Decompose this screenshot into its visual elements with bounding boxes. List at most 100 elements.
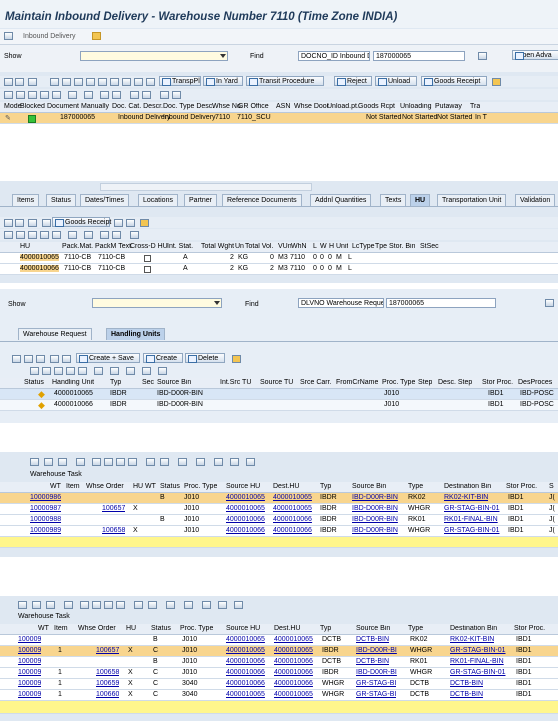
source-hu-link[interactable]: 4000010065 [226,691,265,698]
details-icon[interactable] [4,91,13,99]
table-row[interactable]: 4000010065 7110-CB 7110-CB A 2 KG 0 M3 7… [0,253,558,264]
table-row[interactable]: ◆ 4000010066 IBDR IBD-D00R-BIN J010 IBD1… [0,400,558,411]
table-row[interactable]: 10000987 100657 X J010 4000010065 400001… [0,504,558,515]
col-proc-type[interactable]: Proc. Type [180,625,213,632]
sort-desc-icon[interactable] [92,601,101,609]
source-bin-link[interactable]: DCTB-BIN [356,658,389,665]
find-icon[interactable] [116,458,125,466]
info-icon[interactable] [234,601,243,609]
export-icon[interactable] [184,601,193,609]
col-status[interactable]: Status [151,625,171,632]
maintain-icon[interactable] [46,601,55,609]
col-item[interactable]: Item [54,625,68,632]
dest-hu-link[interactable]: 4000010066 [274,680,313,687]
create-button[interactable]: Create [143,353,183,363]
sum-icon[interactable] [68,231,77,239]
subtotal-icon[interactable] [148,601,157,609]
goods-receipt-button[interactable]: Goods Receipt [421,76,487,86]
list-icon[interactable] [28,78,37,86]
more-icon[interactable] [232,355,241,363]
dest-hu-link[interactable]: 4000010066 [274,669,313,676]
col-total-wght[interactable]: Total Wght [201,243,234,250]
dest-hu-link[interactable]: 4000010065 [274,691,313,698]
col-tra[interactable]: Tra [470,103,480,110]
col-destination-bin[interactable]: Destination Bin [450,625,497,632]
find-icon[interactable] [104,601,113,609]
folder-icon[interactable] [92,32,101,40]
copy-icon[interactable] [62,78,71,86]
col-asn[interactable]: ASN [276,103,290,110]
show-dropdown[interactable] [80,51,228,61]
sort-asc-icon[interactable] [16,231,25,239]
find-icon[interactable] [40,231,49,239]
col-hu-wt[interactable]: HU WT [133,483,156,490]
col-step[interactable]: Step [418,379,432,386]
layout-icon[interactable] [202,601,211,609]
menu-icon[interactable] [4,32,13,40]
wt-link[interactable]: 10000986 [30,494,61,501]
sort-desc-icon[interactable] [28,91,37,99]
layout-icon[interactable] [100,91,109,99]
whse-order-link[interactable]: 100657 [102,505,125,512]
refresh-icon[interactable] [64,601,73,609]
wt-link[interactable]: 100009 [18,647,41,654]
col-unloading[interactable]: Unloading [400,103,432,110]
filter-icon[interactable] [52,231,61,239]
details-icon[interactable] [18,601,27,609]
graphic-icon[interactable] [230,458,239,466]
reject-button[interactable]: Reject [334,76,372,86]
select-icon[interactable] [158,367,167,375]
col-doc-type[interactable]: Doc. Type Desc. [163,103,214,110]
col-status[interactable]: Status [24,379,44,386]
dest-hu-link[interactable]: 4000010066 [273,516,312,523]
col-destination-bin[interactable]: Destination Bin [444,483,491,490]
list-icon[interactable] [28,219,37,227]
source-bin-link[interactable]: IBD-D00R-BIN [352,494,398,501]
export-icon[interactable] [84,91,93,99]
source-bin-link[interactable]: GR-STAG-BI [356,680,396,687]
clock-icon[interactable] [126,219,135,227]
col-tpe[interactable]: Tpe [375,243,387,250]
handling-unit-cell[interactable]: 4000010066 [54,401,93,408]
col-stor-bin[interactable]: Stor. Bin [389,243,415,250]
table-row[interactable]: 4000010066 7110-CB 7110-CB A 2 KG 2 M3 7… [0,264,558,275]
select-icon[interactable] [172,91,181,99]
tab-dates[interactable]: Dates/Times [80,194,130,206]
sort-asc-icon[interactable] [16,91,25,99]
sort-desc-icon[interactable] [28,231,37,239]
print-icon[interactable] [134,78,143,86]
print-icon[interactable] [166,601,175,609]
table-row[interactable]: 100009 1 100660 X C 3040 4000010065 4000… [0,690,558,701]
source-bin-link[interactable]: GR-STAG-BI [356,691,396,698]
tab-partner[interactable]: Partner [184,194,217,206]
col-handling-unit[interactable]: Handling Unit [52,379,94,386]
col-document[interactable]: Document [47,103,79,110]
sum-icon[interactable] [94,367,103,375]
col-typ[interactable]: Typ [320,483,331,490]
export-icon[interactable] [196,458,205,466]
open-advanced-button[interactable]: Open Adva [512,50,558,60]
table-row[interactable]: 10000986 B J010 4000010065 4000010065 IB… [0,493,558,504]
zoom-icon[interactable] [44,458,53,466]
table-row[interactable]: 100009 B J010 4000010065 4000010065 DCTB… [0,635,558,646]
col-hu[interactable]: HU [126,625,136,632]
graphic-icon[interactable] [218,601,227,609]
find-icon[interactable] [66,367,75,375]
source-hu-link[interactable]: 4000010065 [226,505,265,512]
expand-icon[interactable] [15,78,24,86]
tab-reference-documents[interactable]: Reference Documents [222,194,302,206]
filter-icon[interactable] [128,458,137,466]
subtotal-icon[interactable] [160,458,169,466]
col-stor-proc[interactable]: Stor Proc. [506,483,537,490]
wt-link[interactable]: 100009 [18,691,41,698]
tab-validation[interactable]: Validation [515,194,556,206]
hu-goods-receipt-button[interactable]: Goods Receipt [52,217,111,227]
destination-bin-link[interactable]: DCTB-BIN [450,680,483,687]
dest-hu-link[interactable]: 4000010065 [273,494,312,501]
more-icon[interactable] [140,219,149,227]
col-source-bin[interactable]: Source Bin [356,625,390,632]
info-icon[interactable] [130,91,139,99]
details-icon[interactable] [30,458,39,466]
source-bin-link[interactable]: IBD-D00R-BI [356,669,397,676]
source-bin-link[interactable]: IBD-D00R-BIN [352,516,398,523]
